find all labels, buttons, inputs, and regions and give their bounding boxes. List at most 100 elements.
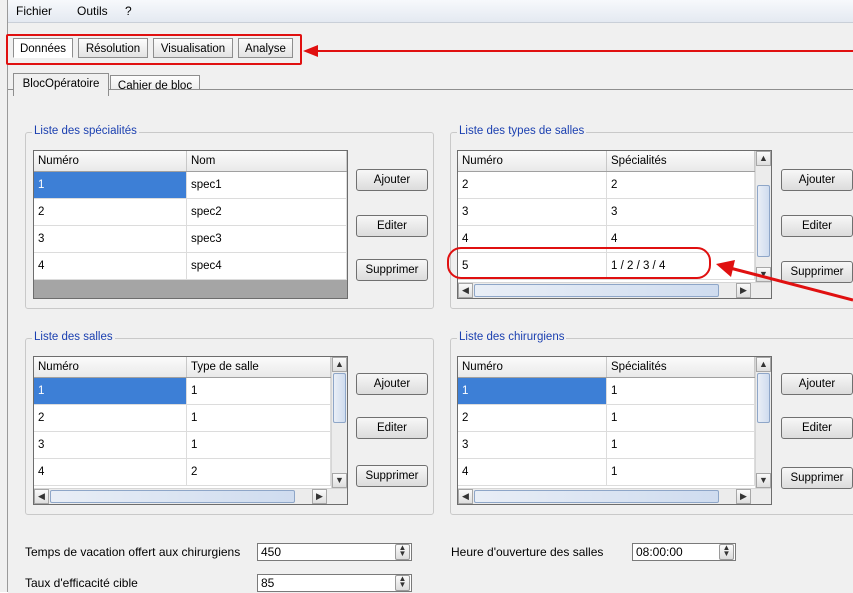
column-header-specialites[interactable]: Spécialités [607, 357, 755, 377]
vertical-scrollbar[interactable]: ▲ ▼ [755, 151, 771, 282]
scroll-thumb[interactable] [474, 490, 719, 503]
cell-nom[interactable]: spec4 [187, 253, 347, 279]
edit-chirurgien-button[interactable]: Editer [781, 417, 853, 439]
cell-numero[interactable]: 3 [458, 432, 607, 458]
column-header-numero[interactable]: Numéro [458, 151, 607, 171]
scroll-thumb[interactable] [474, 284, 719, 297]
scroll-thumb[interactable] [50, 490, 295, 503]
cell-numero[interactable]: 3 [34, 432, 187, 458]
cell-nom[interactable]: spec1 [187, 172, 347, 198]
table-row[interactable]: 2 spec2 [34, 199, 347, 226]
cell-numero[interactable]: 3 [34, 226, 187, 252]
column-header-numero[interactable]: Numéro [34, 357, 187, 377]
cell-numero[interactable]: 4 [458, 459, 607, 485]
scroll-up-icon[interactable]: ▲ [332, 357, 347, 372]
cell-type-de-salle[interactable]: 1 [187, 378, 331, 404]
add-type-salle-button[interactable]: Ajouter [781, 169, 853, 191]
column-header-numero[interactable]: Numéro [34, 151, 187, 171]
scroll-down-icon[interactable]: ▼ [756, 267, 771, 282]
cell-numero[interactable]: 1 [34, 378, 187, 404]
cell-numero[interactable]: 1 [458, 378, 607, 404]
scroll-left-icon[interactable]: ◀ [34, 489, 49, 504]
table-row[interactable]: 4 1 [458, 459, 771, 486]
specialites-grid[interactable]: Numéro Nom 1 spec1 2 spec2 3 spec3 4 spe… [33, 150, 348, 299]
table-row[interactable]: 1 1 [34, 378, 347, 405]
table-row[interactable]: 3 1 [458, 432, 771, 459]
table-row[interactable]: 3 spec3 [34, 226, 347, 253]
scroll-up-icon[interactable]: ▲ [756, 151, 771, 166]
scroll-left-icon[interactable]: ◀ [458, 283, 473, 298]
column-header-numero[interactable]: Numéro [458, 357, 607, 377]
table-row[interactable]: 1 spec1 [34, 172, 347, 199]
cell-nom[interactable]: spec3 [187, 226, 347, 252]
scroll-left-icon[interactable]: ◀ [458, 489, 473, 504]
cell-specialites[interactable]: 1 [607, 378, 755, 404]
cell-numero[interactable]: 2 [458, 172, 607, 198]
scroll-down-icon[interactable]: ▼ [332, 473, 347, 488]
delete-type-salle-button[interactable]: Supprimer [781, 261, 853, 283]
scroll-down-icon[interactable]: ▼ [756, 473, 771, 488]
table-row[interactable]: 2 1 [458, 405, 771, 432]
column-header-type-de-salle[interactable]: Type de salle [187, 357, 331, 377]
table-row[interactable]: 1 1 [458, 378, 771, 405]
add-chirurgien-button[interactable]: Ajouter [781, 373, 853, 395]
cell-type-de-salle[interactable]: 1 [187, 405, 331, 431]
table-row[interactable]: 3 3 [458, 199, 771, 226]
spin-up-down-icon[interactable]: ▲ ▼ [395, 544, 410, 560]
efficacite-input[interactable]: 85 [257, 574, 412, 592]
cell-type-de-salle[interactable]: 2 [187, 459, 331, 485]
spin-up-down-icon[interactable]: ▲ ▼ [395, 575, 410, 591]
cell-numero[interactable]: 4 [34, 253, 187, 279]
vacation-input[interactable]: 450 [257, 543, 412, 561]
scroll-right-icon[interactable]: ▶ [736, 283, 751, 298]
horizontal-scrollbar[interactable]: ◀ ▶ [458, 282, 771, 298]
spin-up-down-icon[interactable]: ▲ ▼ [719, 544, 734, 560]
edit-salle-button[interactable]: Editer [356, 417, 428, 439]
cell-numero[interactable]: 4 [34, 459, 187, 485]
cell-numero[interactable]: 3 [458, 199, 607, 225]
cell-numero[interactable]: 2 [458, 405, 607, 431]
cell-numero[interactable]: 2 [34, 199, 187, 225]
salles-grid[interactable]: Numéro Type de salle 1 1 2 1 3 1 4 2 ▲ ▼… [33, 356, 348, 505]
table-row[interactable]: 3 1 [34, 432, 347, 459]
cell-specialites[interactable]: 1 [607, 459, 755, 485]
cell-numero[interactable]: 2 [34, 405, 187, 431]
cell-nom[interactable]: spec2 [187, 199, 347, 225]
horizontal-scrollbar[interactable]: ◀ ▶ [458, 488, 771, 504]
scroll-up-icon[interactable]: ▲ [756, 357, 771, 372]
menu-fichier[interactable]: Fichier [16, 4, 52, 18]
scroll-thumb[interactable] [333, 373, 346, 423]
cell-specialites[interactable]: 1 [607, 432, 755, 458]
column-header-specialites[interactable]: Spécialités [607, 151, 755, 171]
add-specialite-button[interactable]: Ajouter [356, 169, 428, 191]
scroll-thumb[interactable] [757, 373, 770, 423]
table-row[interactable]: 2 2 [458, 172, 771, 199]
delete-chirurgien-button[interactable]: Supprimer [781, 467, 853, 489]
vertical-scrollbar[interactable]: ▲ ▼ [755, 357, 771, 488]
column-header-nom[interactable]: Nom [187, 151, 347, 171]
cell-type-de-salle[interactable]: 1 [187, 432, 331, 458]
tab-bloc-operatoire[interactable]: BlocOpératoire [13, 73, 109, 96]
vertical-scrollbar[interactable]: ▲ ▼ [331, 357, 347, 488]
cell-specialites[interactable]: 1 [607, 405, 755, 431]
delete-salle-button[interactable]: Supprimer [356, 465, 428, 487]
scroll-right-icon[interactable]: ▶ [312, 489, 327, 504]
table-row[interactable]: 4 spec4 [34, 253, 347, 280]
menu-outils[interactable]: Outils [77, 4, 108, 18]
cell-specialites[interactable]: 3 [607, 199, 755, 225]
edit-specialite-button[interactable]: Editer [356, 215, 428, 237]
cell-numero[interactable]: 1 [34, 172, 187, 198]
cell-specialites[interactable]: 2 [607, 172, 755, 198]
table-row[interactable]: 2 1 [34, 405, 347, 432]
grid-header: Numéro Spécialités [458, 151, 771, 172]
menu-help[interactable]: ? [125, 4, 132, 18]
table-row[interactable]: 4 2 [34, 459, 347, 486]
horizontal-scrollbar[interactable]: ◀ ▶ [34, 488, 347, 504]
chirurgiens-grid[interactable]: Numéro Spécialités 1 1 2 1 3 1 4 1 ▲ ▼ ◀… [457, 356, 772, 505]
scroll-thumb[interactable] [757, 185, 770, 257]
edit-type-salle-button[interactable]: Editer [781, 215, 853, 237]
add-salle-button[interactable]: Ajouter [356, 373, 428, 395]
scroll-right-icon[interactable]: ▶ [736, 489, 751, 504]
efficacite-label: Taux d'efficacité cible [25, 576, 138, 590]
delete-specialite-button[interactable]: Supprimer [356, 259, 428, 281]
